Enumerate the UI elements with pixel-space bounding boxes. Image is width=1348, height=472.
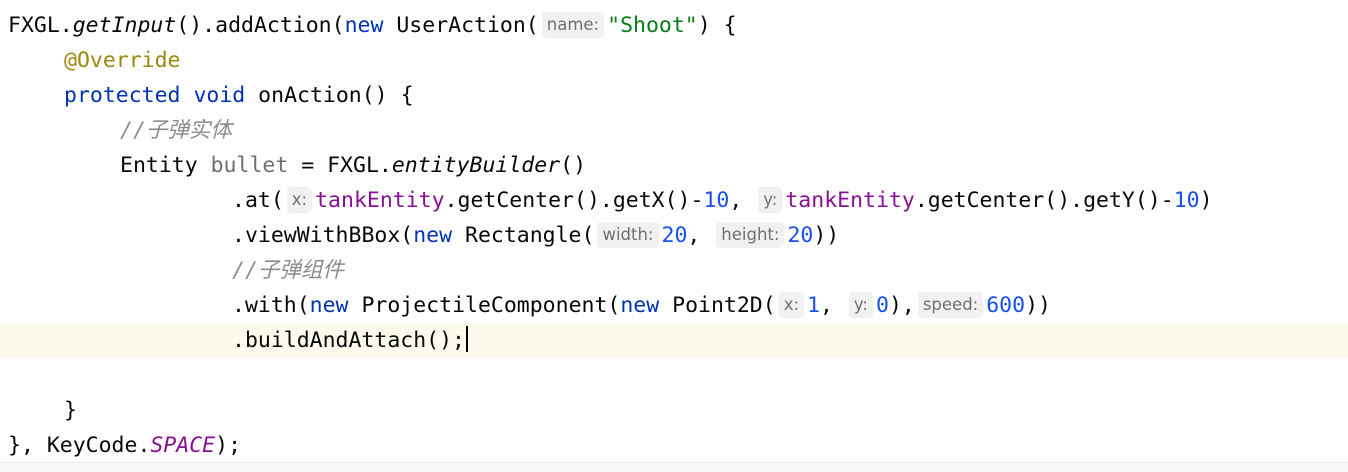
code-line-11[interactable]	[0, 358, 1348, 393]
code-text: @Override	[64, 43, 181, 78]
code-token: ))	[813, 223, 840, 248]
code-text: protected void onAction() {	[64, 78, 414, 113]
code-token: .buildAndAttach();	[232, 328, 465, 353]
code-line-3[interactable]: protected void onAction() {	[0, 78, 1348, 113]
code-line-4[interactable]: //子弹实体	[0, 113, 1348, 148]
parameter-hint: width:	[597, 222, 659, 248]
code-token: "Shoot"	[607, 13, 698, 38]
code-token: new	[413, 223, 453, 248]
code-token: Rectangle(	[452, 223, 595, 248]
code-token: //子弹组件	[232, 258, 344, 283]
code-token: entityBuilder	[391, 153, 561, 178]
code-line-2[interactable]: @Override	[0, 43, 1348, 78]
code-token: 0	[875, 293, 889, 318]
code-token: ()	[560, 153, 587, 178]
parameter-hint: x:	[778, 292, 805, 318]
code-token: Entity	[120, 153, 211, 178]
code-text: .at(x: tankEntity.getCenter().getX()-10, …	[232, 183, 1213, 218]
code-token: void	[193, 83, 246, 108]
code-token: }	[64, 398, 77, 423]
parameter-hint: x:	[286, 187, 313, 213]
parameter-hint: name:	[541, 12, 605, 38]
code-line-13[interactable]: }, KeyCode.SPACE);	[0, 428, 1348, 463]
code-token: Point2D(	[659, 293, 776, 318]
code-token: tankEntity	[785, 188, 915, 213]
code-line-8[interactable]: //子弹组件	[0, 253, 1348, 288]
code-text: FXGL.getInput().addAction(new UserAction…	[8, 8, 737, 43]
code-token: //子弹实体	[120, 118, 232, 143]
code-token: UserAction(	[383, 13, 539, 38]
code-token: 20	[787, 223, 814, 248]
code-text: .buildAndAttach();	[232, 323, 468, 358]
code-token: 600	[986, 293, 1026, 318]
code-line-10-current[interactable]: .buildAndAttach();	[0, 323, 1348, 358]
code-token: getInput	[72, 13, 177, 38]
code-token: ))	[1025, 293, 1051, 318]
code-token: bullet	[210, 153, 289, 178]
code-line-12[interactable]: }	[0, 393, 1348, 428]
code-text: //子弹实体	[120, 113, 232, 148]
code-token: 10	[703, 188, 730, 213]
code-line-1[interactable]: FXGL.getInput().addAction(new UserAction…	[0, 8, 1348, 43]
parameter-hint: y:	[758, 187, 783, 213]
code-token: ProjectileComponent(	[348, 293, 621, 318]
code-token: .with(	[232, 293, 310, 318]
code-token: 20	[661, 223, 688, 248]
code-text: }, KeyCode.SPACE);	[8, 428, 241, 463]
code-line-5[interactable]: Entity bullet = FXGL.entityBuilder()	[0, 148, 1348, 183]
code-text: //子弹组件	[232, 253, 344, 288]
parameter-hint: y:	[848, 292, 873, 318]
code-text: }	[64, 393, 77, 428]
code-token: );	[215, 433, 242, 458]
code-token: new	[309, 293, 349, 318]
parameter-hint: speed:	[917, 292, 984, 318]
code-text: .with(new ProjectileComponent(new Point2…	[232, 288, 1051, 323]
code-token: 10	[1173, 188, 1200, 213]
code-token: .getCenter().getX()-	[444, 188, 704, 213]
code-token: new	[620, 293, 660, 318]
code-line-6[interactable]: .at(x: tankEntity.getCenter().getX()-10, …	[0, 183, 1348, 218]
parameter-hint: height:	[716, 222, 785, 248]
code-token: ,	[687, 223, 714, 248]
code-editor[interactable]: FXGL.getInput().addAction(new UserAction…	[0, 0, 1348, 472]
code-token: }, KeyCode.	[8, 433, 151, 458]
code-token: @Override	[64, 48, 181, 73]
code-token: onAction() {	[245, 83, 414, 108]
code-token: ().addAction(	[176, 13, 345, 38]
code-token: .getCenter().getY()-	[914, 188, 1174, 213]
code-text: .viewWithBBox(new Rectangle(width: 20, he…	[232, 218, 839, 253]
code-line-7[interactable]: .viewWithBBox(new Rectangle(width: 20, he…	[0, 218, 1348, 253]
code-token: FXGL.	[8, 13, 73, 38]
code-token: new	[344, 13, 384, 38]
code-token: protected	[64, 83, 181, 108]
code-token: 1	[807, 293, 820, 318]
code-token: ) {	[697, 13, 737, 38]
code-text: Entity bullet = FXGL.entityBuilder()	[120, 148, 586, 183]
code-line-9[interactable]: .with(new ProjectileComponent(new Point2…	[0, 288, 1348, 323]
code-token: = FXGL.	[288, 153, 392, 178]
code-token: ),	[888, 293, 915, 318]
code-token: ,	[729, 188, 756, 213]
code-token: tankEntity	[315, 188, 445, 213]
code-token: )	[1199, 188, 1213, 213]
code-token: ,	[819, 293, 846, 318]
code-token: SPACE	[150, 433, 216, 458]
code-token: .at(	[232, 188, 284, 213]
text-caret	[466, 326, 468, 352]
code-token: .viewWithBBox(	[232, 223, 414, 248]
